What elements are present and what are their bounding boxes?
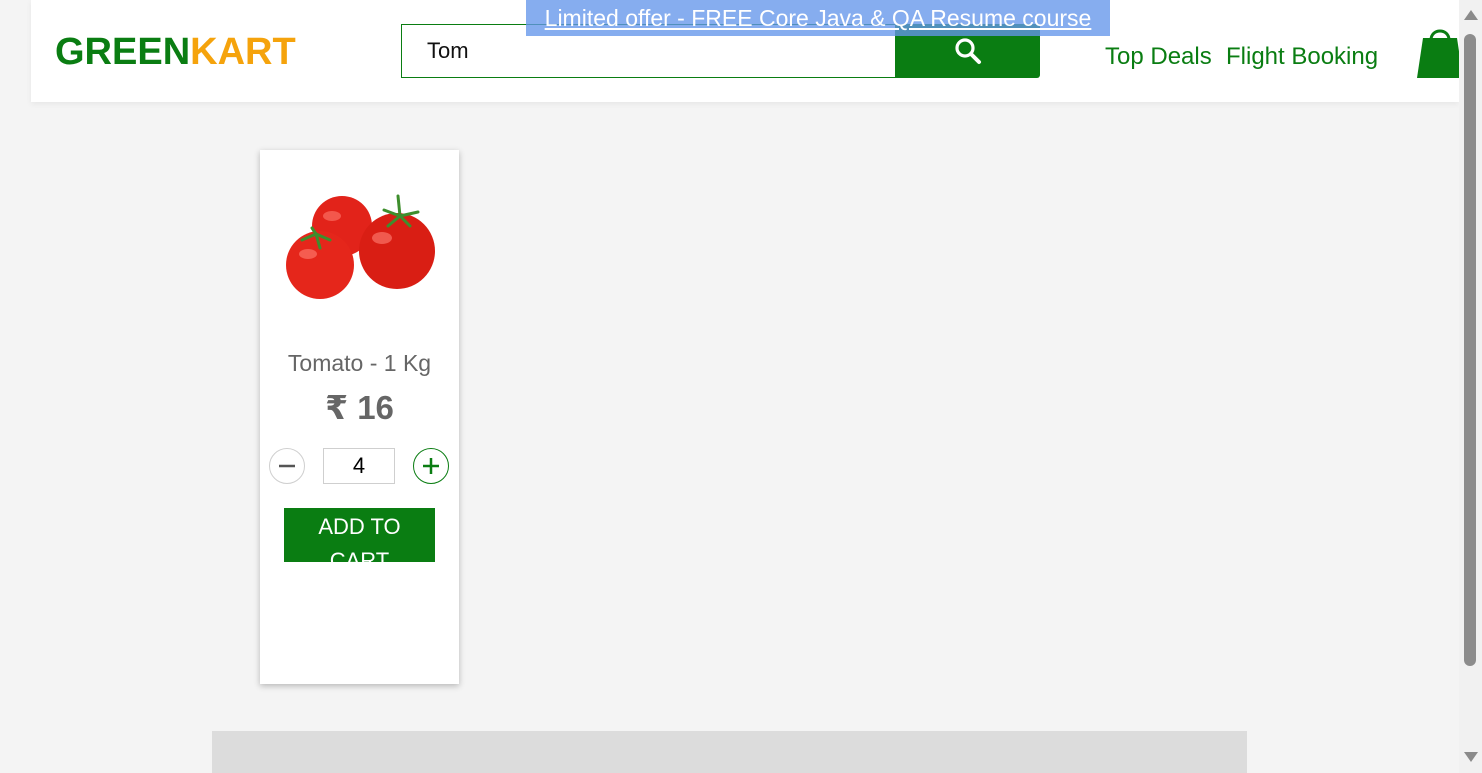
increment-button[interactable] — [413, 448, 449, 484]
shopping-bag-icon[interactable] — [1417, 22, 1463, 78]
quantity-input[interactable] — [323, 448, 395, 484]
scrollbar-thumb[interactable] — [1464, 34, 1476, 666]
product-price: ₹ 16 — [325, 389, 394, 426]
tomato-image — [286, 194, 435, 299]
scroll-down-arrow-icon[interactable] — [1464, 752, 1478, 762]
product-card: Tomato - 1 Kg ₹ 16 ADD TO CART — [260, 150, 459, 684]
decrement-button[interactable] — [269, 448, 305, 484]
search-icon — [954, 38, 981, 64]
brand-green-text: GREEN — [55, 31, 191, 73]
product-name: Tomato - 1 Kg — [287, 350, 432, 376]
offer-banner-link[interactable]: Limited offer - FREE Core Java & QA Resu… — [526, 0, 1110, 36]
nav-top-deals-link[interactable]: Top Deals — [1105, 42, 1212, 72]
footer-bar — [212, 731, 1247, 773]
brand-logo[interactable]: GREENKART — [55, 32, 296, 72]
scroll-up-arrow-icon[interactable] — [1464, 10, 1478, 20]
brand-orange-text: KART — [190, 31, 296, 73]
nav-flight-booking-link[interactable]: Flight Booking — [1226, 42, 1378, 72]
scrollbar[interactable] — [1459, 0, 1482, 773]
add-to-cart-button[interactable]: ADD TO CART — [284, 508, 435, 562]
minus-icon — [279, 464, 295, 468]
plus-icon — [423, 458, 439, 474]
